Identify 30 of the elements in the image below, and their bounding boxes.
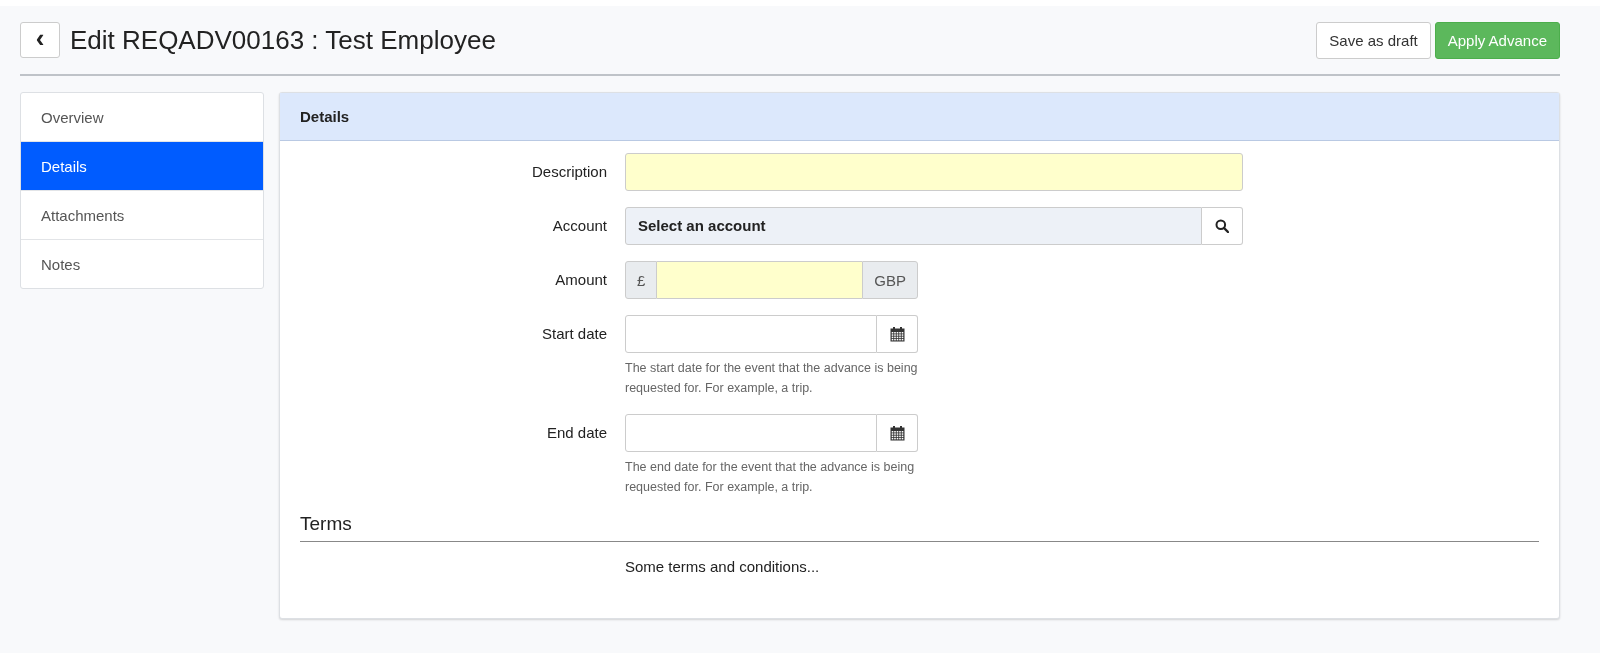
field-label: Amount bbox=[554, 270, 607, 290]
currency-code: GBP bbox=[862, 261, 918, 299]
help-text: The end date for the event that the advance is being requested for. For example, a trip. bbox=[625, 459, 916, 496]
section-heading: Terms bbox=[300, 513, 1539, 542]
field-label: Start date bbox=[540, 324, 607, 344]
search-icon bbox=[1215, 219, 1229, 233]
calendar-icon bbox=[889, 425, 905, 441]
description-field[interactable] bbox=[625, 153, 1243, 191]
terms-text: Some terms and conditions... bbox=[625, 558, 821, 575]
sidebar-item[interactable]: Overview bbox=[21, 93, 263, 141]
sidebar-item[interactable]: Notes bbox=[21, 239, 263, 288]
calendar-button[interactable] bbox=[877, 315, 918, 353]
help-text: The start date for the event that the advance is being requested for. For example, a trip. bbox=[625, 360, 918, 397]
back-button[interactable]: ‹ bbox=[20, 22, 60, 58]
save-draft-button[interactable]: Save as draft bbox=[1316, 21, 1431, 59]
account-select[interactable]: Select an account bbox=[625, 207, 1202, 245]
calendar-button[interactable] bbox=[877, 414, 918, 452]
amount-field[interactable] bbox=[657, 261, 863, 299]
sidebar-item[interactable]: Details bbox=[21, 141, 263, 190]
field-label: Account bbox=[551, 216, 607, 236]
field-label: Description bbox=[530, 162, 607, 182]
field-label: End date bbox=[545, 423, 607, 443]
date-field[interactable] bbox=[625, 315, 877, 353]
panel-header: Details bbox=[280, 93, 1559, 141]
date-field[interactable] bbox=[625, 414, 877, 452]
calendar-icon bbox=[889, 326, 905, 342]
sidebar-item[interactable]: Attachments bbox=[21, 190, 263, 239]
search-button[interactable] bbox=[1202, 207, 1243, 245]
page-title: Edit REQADV00163 : Test Employee bbox=[70, 24, 497, 56]
currency-symbol: £ bbox=[625, 261, 658, 299]
